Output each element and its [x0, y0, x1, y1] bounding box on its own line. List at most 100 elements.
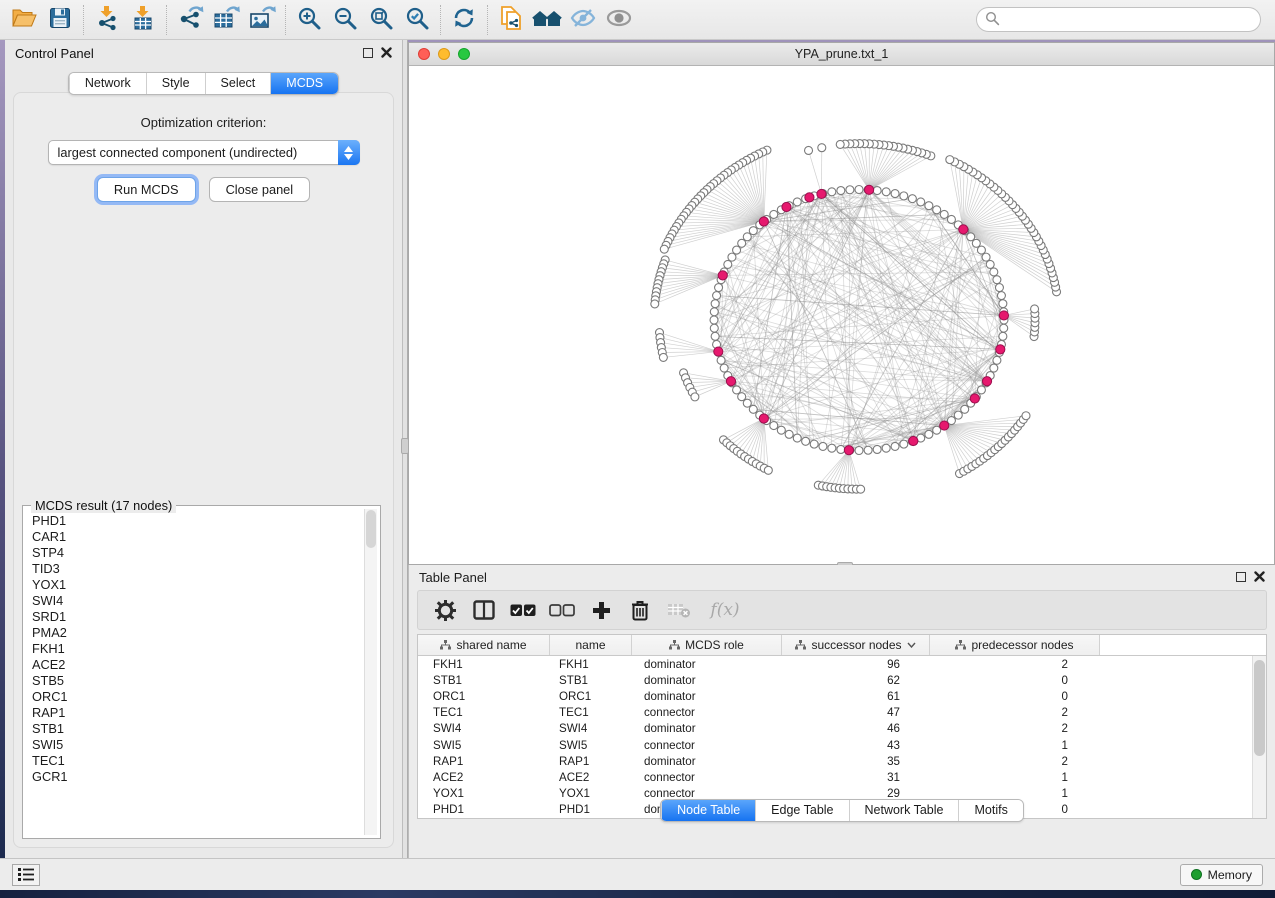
cell-mcds-role: dominator	[632, 658, 782, 671]
memory-label: Memory	[1208, 868, 1252, 882]
column-label: shared name	[456, 638, 526, 652]
table-panel-tab[interactable]: Edge Table	[755, 800, 848, 821]
column-header-successor-nodes[interactable]: successor nodes	[782, 635, 930, 655]
add-row-icon[interactable]	[586, 595, 616, 625]
mcds-result-item[interactable]: ORC1	[32, 689, 358, 705]
cell-successor-nodes: 96	[782, 658, 930, 671]
mcds-result-item[interactable]: RAP1	[32, 705, 358, 721]
table-row[interactable]: STB1 STB1 dominator 62 0	[418, 672, 1252, 688]
control-panel-tabs: NetworkStyleSelectMCDS	[68, 72, 339, 95]
open-folder-button[interactable]	[6, 4, 42, 36]
memory-button[interactable]: Memory	[1180, 864, 1263, 886]
control-panel-tab[interactable]: MCDS	[270, 73, 338, 94]
mcds-result-item[interactable]: STP4	[32, 545, 358, 561]
cell-predecessor-nodes: 0	[930, 674, 1100, 687]
network-canvas[interactable]	[409, 66, 1274, 564]
mcds-list-scrollbar[interactable]	[364, 509, 377, 835]
export-table-icon	[213, 5, 240, 34]
zoom-in-button[interactable]	[291, 4, 327, 36]
close-panel-icon[interactable]	[381, 46, 392, 61]
mcds-result-item[interactable]: CAR1	[32, 529, 358, 545]
control-panel-tab[interactable]: Style	[146, 73, 205, 94]
column-header-predecessor-nodes[interactable]: predecessor nodes	[930, 635, 1100, 655]
control-panel-tab[interactable]: Select	[205, 73, 271, 94]
table-row[interactable]: TEC1 TEC1 connector 47 2	[418, 705, 1252, 721]
table-row[interactable]: ORC1 ORC1 dominator 61 0	[418, 688, 1252, 704]
table-settings-gear-icon[interactable]	[430, 595, 460, 625]
close-panel-button[interactable]: Close panel	[209, 177, 311, 202]
copy-share-document-button[interactable]	[493, 4, 529, 36]
table-row[interactable]: SWI4 SWI4 dominator 46 2	[418, 721, 1252, 737]
cell-shared-name: ORC1	[418, 690, 550, 703]
float-panel-icon[interactable]	[363, 48, 373, 58]
column-header-mcds-role[interactable]: MCDS role	[632, 635, 782, 655]
cell-mcds-role: dominator	[632, 755, 782, 768]
zoom-fit-button[interactable]	[363, 4, 399, 36]
cell-successor-nodes: 46	[782, 722, 930, 735]
mcds-result-item[interactable]: SWI5	[32, 737, 358, 753]
cell-predecessor-nodes: 2	[930, 755, 1100, 768]
table-panel-tab[interactable]: Motifs	[958, 800, 1022, 821]
column-header-name[interactable]: name	[550, 635, 632, 655]
mcds-result-item[interactable]: PMA2	[32, 625, 358, 641]
first-neighbors-button[interactable]	[529, 4, 565, 36]
clear-selection-checkboxes-icon[interactable]	[547, 595, 577, 625]
task-history-button[interactable]	[12, 864, 40, 886]
search-field[interactable]	[976, 7, 1261, 32]
show-all-button[interactable]	[601, 4, 637, 36]
control-panel: Control Panel NetworkStyleSelectMCDS Opt…	[5, 40, 403, 858]
tree-icon	[795, 640, 806, 650]
control-panel-tab[interactable]: Network	[69, 73, 146, 94]
select-all-checkboxes-icon[interactable]	[508, 595, 538, 625]
mcds-result-item[interactable]: YOX1	[32, 577, 358, 593]
mcds-result-item[interactable]: TEC1	[32, 753, 358, 769]
import-table-button[interactable]	[125, 4, 161, 36]
cell-mcds-role: dominator	[632, 674, 782, 687]
cell-mcds-role: connector	[632, 771, 782, 784]
zoom-out-button[interactable]	[327, 4, 363, 36]
delete-table-icon	[664, 595, 694, 625]
export-image-button[interactable]	[244, 4, 280, 36]
mcds-result-item[interactable]: FKH1	[32, 641, 358, 657]
optimization-criterion-dropdown[interactable]: largest connected component (undirected)	[48, 140, 360, 165]
export-network-button[interactable]	[172, 4, 208, 36]
cell-name: ORC1	[550, 690, 632, 703]
table-panel-tab[interactable]: Network Table	[849, 800, 959, 821]
refresh-view-button[interactable]	[446, 4, 482, 36]
save-session-button[interactable]	[42, 4, 78, 36]
mcds-result-item[interactable]: SRD1	[32, 609, 358, 625]
table-scroll-thumb[interactable]	[1254, 660, 1265, 756]
delete-row-trash-icon[interactable]	[625, 595, 655, 625]
table-row[interactable]: ACE2 ACE2 connector 31 1	[418, 769, 1252, 785]
table-row[interactable]: FKH1 FKH1 dominator 96 2	[418, 656, 1252, 672]
toolbar-separator	[285, 5, 286, 35]
mcds-result-item[interactable]: SWI4	[32, 593, 358, 609]
mcds-result-item[interactable]: STB5	[32, 673, 358, 689]
zoom-selected-button[interactable]	[399, 4, 435, 36]
mcds-result-item[interactable]: ACE2	[32, 657, 358, 673]
show-columns-icon[interactable]	[469, 595, 499, 625]
search-input[interactable]	[1000, 13, 1252, 27]
zoom-in-icon	[297, 6, 322, 34]
cell-name: SWI5	[550, 739, 632, 752]
network-window-titlebar[interactable]: YPA_prune.txt_1	[409, 43, 1274, 66]
export-table-button[interactable]	[208, 4, 244, 36]
mcds-list-scroll-thumb[interactable]	[366, 510, 376, 548]
table-row[interactable]: SWI5 SWI5 connector 43 1	[418, 737, 1252, 753]
mcds-result-item[interactable]: GCR1	[32, 769, 358, 785]
run-mcds-button[interactable]: Run MCDS	[97, 177, 196, 202]
column-header-shared-name[interactable]: shared name	[418, 635, 550, 655]
table-scrollbar[interactable]	[1252, 656, 1266, 818]
table-panel-tab[interactable]: Node Table	[661, 800, 755, 821]
hide-selected-button[interactable]	[565, 4, 601, 36]
import-network-button[interactable]	[89, 4, 125, 36]
float-panel-icon[interactable]	[1236, 572, 1246, 582]
toolbar-separator	[83, 5, 84, 35]
table-row[interactable]: RAP1 RAP1 dominator 35 2	[418, 753, 1252, 769]
mcds-result-item[interactable]: PHD1	[32, 513, 358, 529]
zoom-fit-icon	[369, 6, 394, 34]
optimization-criterion-value: largest connected component (undirected)	[49, 145, 338, 160]
close-panel-icon[interactable]	[1254, 570, 1265, 585]
mcds-result-item[interactable]: STB1	[32, 721, 358, 737]
mcds-result-item[interactable]: TID3	[32, 561, 358, 577]
